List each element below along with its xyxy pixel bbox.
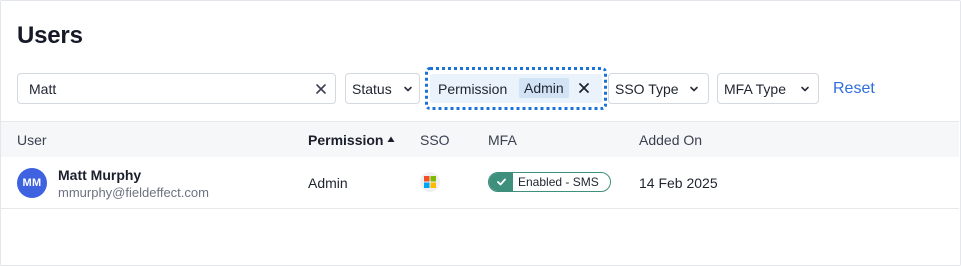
column-header-permission-label: Permission <box>308 132 384 148</box>
chevron-down-icon <box>801 86 809 92</box>
permission-filter-value: Admin <box>519 78 569 98</box>
microsoft-icon <box>420 172 440 192</box>
table-row[interactable]: MM Matt Murphy mmurphy@fieldeffect.com A… <box>1 157 959 209</box>
permission-filter-label: Permission <box>438 81 508 97</box>
user-permission: Admin <box>308 175 348 191</box>
clear-search-icon[interactable] <box>312 80 330 98</box>
status-filter-label: Status <box>352 81 392 97</box>
search-input[interactable] <box>29 80 299 98</box>
sso-type-filter-dropdown[interactable]: SSO Type <box>608 73 709 104</box>
column-header-sso[interactable]: SSO <box>420 132 450 148</box>
permission-filter-chip[interactable]: Permission Admin <box>430 74 602 103</box>
mfa-status-text: Enabled - SMS <box>518 175 599 189</box>
chevron-down-icon <box>404 86 412 92</box>
mfa-status-badge: Enabled - SMS <box>488 172 611 192</box>
search-box[interactable] <box>17 73 336 104</box>
user-name: Matt Murphy <box>58 167 142 183</box>
column-header-permission[interactable]: Permission <box>308 132 395 148</box>
user-added-on: 14 Feb 2025 <box>639 175 718 191</box>
column-header-mfa[interactable]: MFA <box>488 132 517 148</box>
check-icon <box>489 173 513 191</box>
mfa-type-filter-dropdown[interactable]: MFA Type <box>717 73 819 104</box>
chevron-down-icon <box>690 86 698 92</box>
permission-filter-focus-ring: Permission Admin <box>425 67 607 110</box>
status-filter-dropdown[interactable]: Status <box>345 73 420 104</box>
clear-permission-filter-icon[interactable] <box>575 79 593 97</box>
mfa-type-filter-label: MFA Type <box>724 81 786 97</box>
table-header: User Permission SSO MFA Added On <box>1 121 959 158</box>
page-title: Users <box>17 22 83 49</box>
sso-type-filter-label: SSO Type <box>615 81 679 97</box>
column-header-added-on[interactable]: Added On <box>639 132 702 148</box>
user-email: mmurphy@fieldeffect.com <box>58 185 209 200</box>
reset-filters-link[interactable]: Reset <box>833 80 875 98</box>
column-header-user[interactable]: User <box>17 132 47 148</box>
avatar: MM <box>17 168 47 198</box>
sort-ascending-icon <box>387 136 395 142</box>
